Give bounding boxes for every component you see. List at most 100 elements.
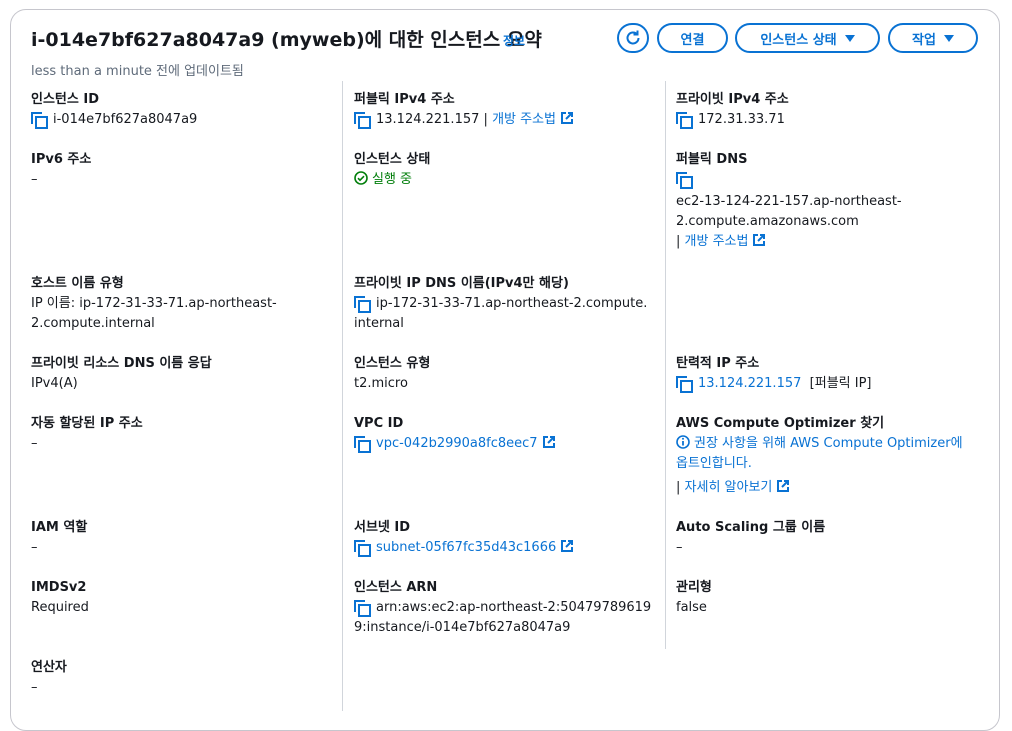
public-ipv4-value: 13.124.221.157 bbox=[376, 112, 480, 127]
field-label: IMDSv2 bbox=[31, 580, 87, 595]
external-link-icon bbox=[561, 112, 573, 124]
managed-field: 관리형 false bbox=[676, 578, 712, 618]
field-label: IPv6 주소 bbox=[31, 152, 92, 167]
instance-state-button[interactable]: 인스턴스 상태 bbox=[735, 23, 880, 53]
column-divider bbox=[665, 81, 666, 649]
private-ip-dns-field: 프라이빗 IP DNS 이름(IPv4만 해당) ip-172-31-33-71… bbox=[354, 274, 647, 334]
field-label: 서브넷 ID bbox=[354, 520, 411, 535]
page-title: i-014e7bf627a8047a9 (myweb)에 대한 인스턴스 요약 bbox=[31, 29, 542, 51]
operator-value: – bbox=[31, 680, 38, 695]
field-label: 탄력적 IP 주소 bbox=[676, 356, 760, 371]
copy-icon[interactable] bbox=[31, 112, 48, 129]
elastic-ip-field: 탄력적 IP 주소 13.124.221.157 [퍼블릭 IP] bbox=[676, 354, 872, 394]
optimizer-value-line1[interactable]: 권장 사항을 위해 AWS Compute Optimizer에 bbox=[694, 436, 963, 451]
vpc-id-field: VPC ID vpc-042b2990a8fc8eec7 bbox=[354, 414, 556, 454]
iam-role-field: IAM 역할 – bbox=[31, 518, 87, 558]
operator-field: 연산자 – bbox=[31, 658, 67, 698]
copy-icon[interactable] bbox=[354, 112, 371, 129]
copy-icon[interactable] bbox=[676, 112, 693, 129]
open-address-link[interactable]: 개방 주소법 bbox=[492, 112, 556, 127]
instance-type-field: 인스턴스 유형 t2.micro bbox=[354, 354, 430, 394]
hostname-type-field: 호스트 이름 유형 IP 이름: ip-172-31-33-71.ap-nort… bbox=[31, 274, 277, 334]
subnet-id-link[interactable]: subnet-05f67fc35d43c1666 bbox=[376, 540, 556, 555]
hostname-type-value-line1: IP 이름: ip-172-31-33-71.ap-northeast- bbox=[31, 296, 277, 311]
field-label: 연산자 bbox=[31, 660, 67, 675]
copy-icon[interactable] bbox=[354, 600, 371, 617]
success-check-icon bbox=[354, 171, 368, 185]
copy-icon[interactable] bbox=[354, 540, 371, 557]
instance-arn-value-line2: 9:instance/i-014e7bf627a8047a9 bbox=[354, 620, 571, 635]
learn-more-link[interactable]: 자세히 알아보기 bbox=[685, 480, 773, 495]
instance-id-value: i-014e7bf627a8047a9 bbox=[53, 112, 198, 127]
optimizer-value-line2[interactable]: 옵트인합니다. bbox=[676, 454, 963, 474]
hostname-type-value-line2: 2.compute.internal bbox=[31, 316, 155, 331]
instance-state-value: 실행 중 bbox=[372, 172, 413, 187]
connect-button[interactable]: 연결 bbox=[657, 23, 728, 53]
info-icon bbox=[676, 435, 690, 449]
field-label: 호스트 이름 유형 bbox=[31, 276, 124, 291]
auto-ip-value: – bbox=[31, 436, 38, 451]
instance-id-field: 인스턴스 ID i-014e7bf627a8047a9 bbox=[31, 90, 197, 130]
managed-value: false bbox=[676, 600, 707, 615]
instance-arn-value-line1: arn:aws:ec2:ap-northeast-2:50479789619 bbox=[376, 600, 652, 615]
imdsv2-field: IMDSv2 Required bbox=[31, 578, 89, 618]
field-label: 인스턴스 ID bbox=[31, 92, 99, 107]
copy-icon[interactable] bbox=[676, 376, 693, 393]
asg-name-value: – bbox=[676, 540, 683, 555]
instance-state-field: 인스턴스 상태 실행 중 bbox=[354, 150, 430, 190]
instance-type-value: t2.micro bbox=[354, 376, 408, 391]
public-dns-value-line2: 2.compute.amazonaws.com bbox=[676, 214, 859, 229]
private-dns-answer-value: IPv4(A) bbox=[31, 376, 78, 391]
asg-name-field: Auto Scaling 그룹 이름 – bbox=[676, 518, 825, 558]
iam-role-value: – bbox=[31, 540, 38, 555]
separator: | bbox=[676, 480, 681, 495]
elastic-ip-link[interactable]: 13.124.221.157 bbox=[698, 376, 801, 391]
copy-icon[interactable] bbox=[676, 172, 693, 189]
field-label: 퍼블릭 IPv4 주소 bbox=[354, 92, 455, 107]
actions-button[interactable]: 작업 bbox=[888, 23, 978, 53]
auto-ip-field: 자동 할당된 IP 주소 – bbox=[31, 414, 143, 454]
vpc-id-link[interactable]: vpc-042b2990a8fc8eec7 bbox=[376, 436, 538, 451]
refresh-icon bbox=[626, 30, 640, 45]
open-address-link[interactable]: 개방 주소법 bbox=[685, 234, 749, 249]
copy-icon[interactable] bbox=[354, 296, 371, 313]
last-updated-text: less than a minute 전에 업데이트됨 bbox=[31, 64, 244, 79]
external-link-icon bbox=[561, 540, 574, 552]
field-label: IAM 역할 bbox=[31, 520, 88, 535]
private-dns-answer-field: 프라이빗 리소스 DNS 이름 응답 IPv4(A) bbox=[31, 354, 212, 394]
instance-arn-field: 인스턴스 ARN arn:aws:ec2:ap-northeast-2:5047… bbox=[354, 578, 651, 638]
separator: | bbox=[676, 234, 681, 249]
connect-button-label: 연결 bbox=[680, 32, 705, 48]
field-label: 프라이빗 IPv4 주소 bbox=[676, 92, 789, 107]
external-link-icon bbox=[542, 436, 555, 448]
caret-down-icon bbox=[844, 34, 855, 42]
field-label: 인스턴스 유형 bbox=[354, 356, 431, 371]
private-ip-dns-value-line1: ip-172-31-33-71.ap-northeast-2.compute. bbox=[376, 296, 648, 311]
imdsv2-value: Required bbox=[31, 600, 89, 615]
private-ipv4-field: 프라이빗 IPv4 주소 172.31.33.71 bbox=[676, 90, 789, 130]
refresh-button[interactable] bbox=[617, 23, 649, 53]
field-label: VPC ID bbox=[354, 416, 404, 431]
subnet-id-field: 서브넷 ID subnet-05f67fc35d43c1666 bbox=[354, 518, 574, 558]
field-label: 자동 할당된 IP 주소 bbox=[31, 416, 143, 431]
public-dns-value-line1: ec2-13-124-221-157.ap-northeast- bbox=[676, 194, 902, 209]
copy-icon[interactable] bbox=[354, 436, 371, 453]
public-dns-field: 퍼블릭 DNS ec2-13-124-221-157.ap-northeast-… bbox=[676, 150, 902, 252]
field-label: 인스턴스 상태 bbox=[354, 152, 431, 167]
ipv6-field: IPv6 주소 – bbox=[31, 150, 91, 190]
field-label: 프라이빗 리소스 DNS 이름 응답 bbox=[31, 356, 212, 371]
field-label: 관리형 bbox=[676, 580, 712, 595]
instance-state-button-label: 인스턴스 상태 bbox=[760, 32, 837, 48]
private-ipv4-value: 172.31.33.71 bbox=[698, 112, 785, 127]
caret-down-icon bbox=[943, 34, 954, 42]
private-ip-dns-value-line2: internal bbox=[354, 316, 404, 331]
public-ipv4-field: 퍼블릭 IPv4 주소 13.124.221.157 | 개방 주소법 bbox=[354, 90, 574, 130]
field-label: AWS Compute Optimizer 찾기 bbox=[676, 416, 885, 431]
external-link-icon bbox=[753, 234, 766, 246]
compute-optimizer-field: AWS Compute Optimizer 찾기 권장 사항을 위해 AWS C… bbox=[676, 414, 963, 498]
field-label: 퍼블릭 DNS bbox=[676, 152, 748, 167]
separator: | bbox=[483, 112, 488, 127]
ipv6-value: – bbox=[31, 172, 38, 187]
info-link[interactable]: 정보 bbox=[503, 32, 525, 49]
external-link-icon bbox=[777, 480, 790, 492]
